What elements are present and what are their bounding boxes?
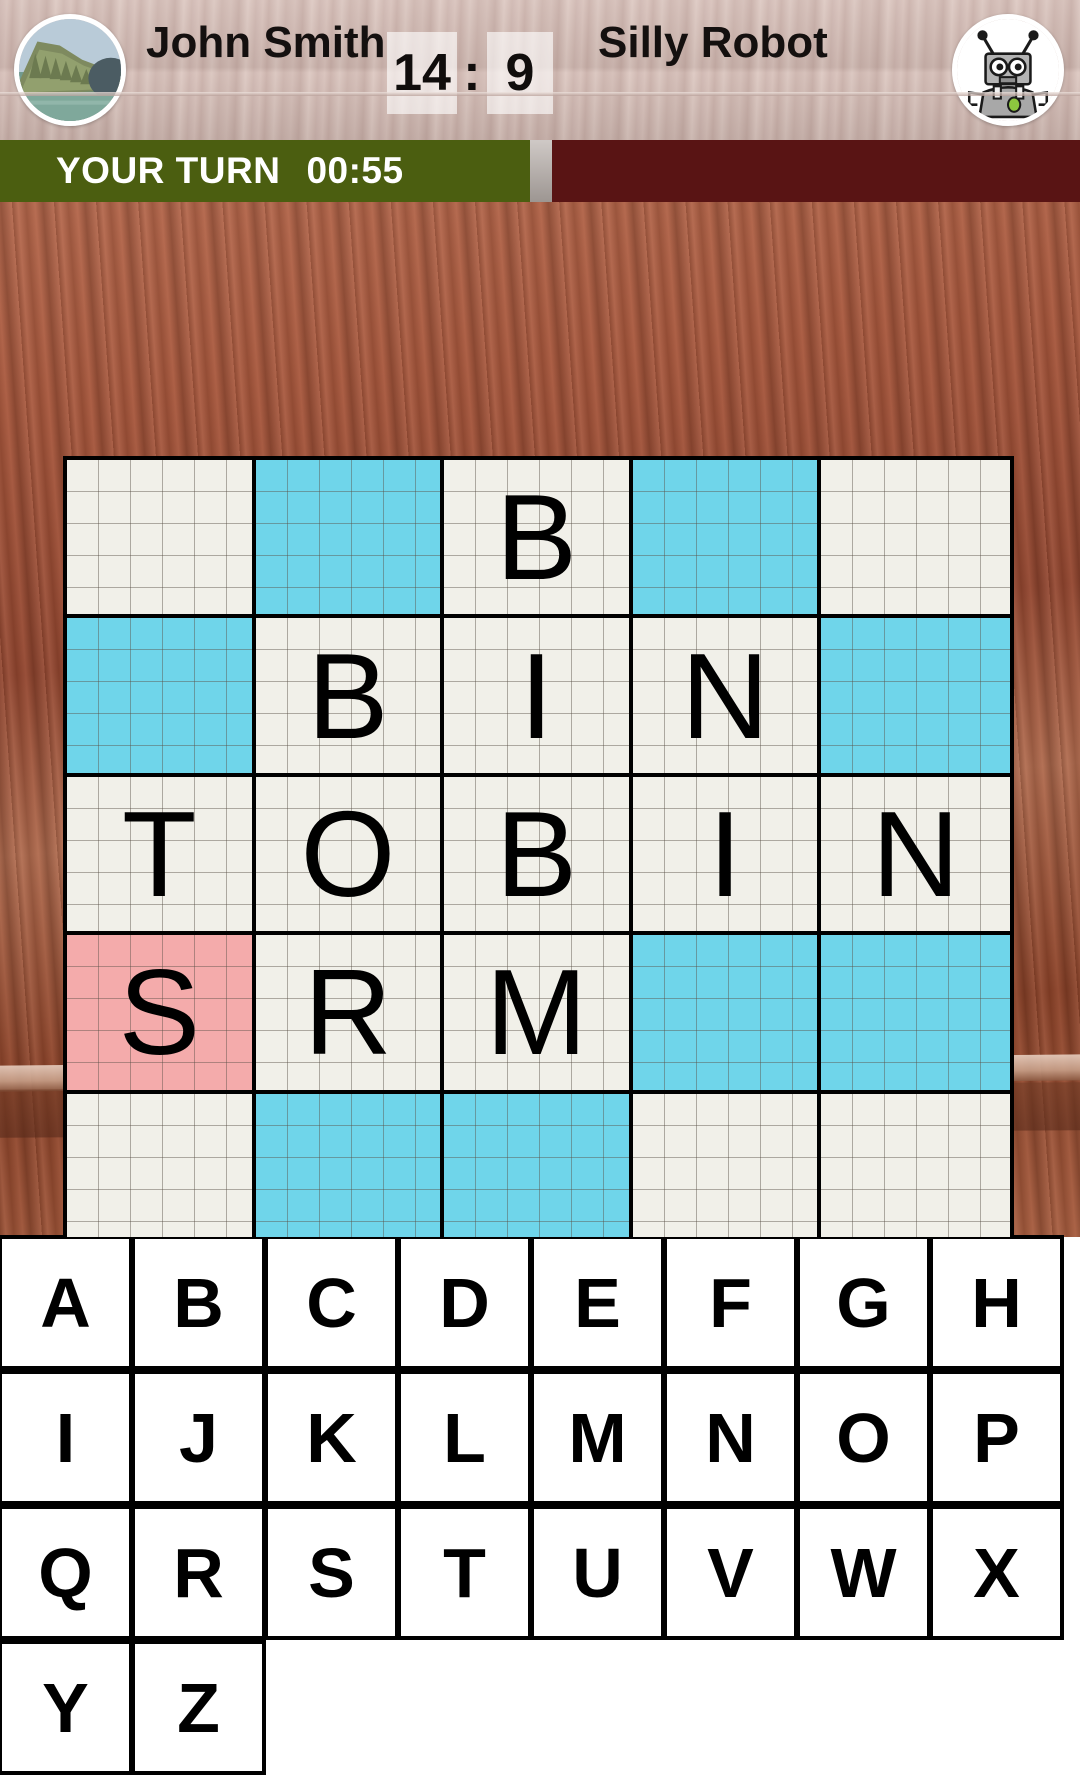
- key-h[interactable]: H: [929, 1235, 1064, 1370]
- grid-cell-letter: I: [708, 785, 743, 922]
- key-i[interactable]: I: [0, 1370, 133, 1505]
- key-l[interactable]: L: [397, 1370, 532, 1505]
- grid-cell-r5-c4[interactable]: [632, 1093, 822, 1237]
- player-right-name: Silly Robot: [598, 18, 828, 67]
- grid-cell-r5-c3[interactable]: [444, 1093, 633, 1237]
- grid-cell-r2-c1[interactable]: [67, 618, 256, 777]
- key-u[interactable]: U: [530, 1505, 665, 1640]
- letter-keyboard[interactable]: ABCDEFGHIJKLMNOPQRSTUVWXYZ: [0, 1235, 1080, 1777]
- score-display: 14 : 9: [380, 32, 560, 114]
- key-s[interactable]: S: [264, 1505, 399, 1640]
- grid-cell-r3-c5[interactable]: N: [821, 776, 1010, 936]
- player-left-name: John Smith: [146, 18, 386, 67]
- grid-cell-letter: T: [122, 785, 197, 922]
- score-separator: :: [463, 44, 481, 102]
- grid-cell-letter: N: [871, 785, 960, 922]
- grid-cell-r5-c2[interactable]: [255, 1093, 445, 1237]
- key-v[interactable]: V: [663, 1505, 798, 1640]
- building-photo-avatar-icon: [19, 19, 121, 121]
- board-background: BBINTOBINSRM: [0, 202, 1080, 1237]
- turn-bar-divider: [530, 140, 552, 202]
- key-p[interactable]: P: [929, 1370, 1064, 1505]
- score-left: 14: [387, 32, 457, 114]
- turn-bar: YOUR TURN 00:55: [0, 140, 1080, 202]
- key-n[interactable]: N: [663, 1370, 798, 1505]
- key-o[interactable]: O: [796, 1370, 931, 1505]
- avatar-player-right[interactable]: [952, 14, 1064, 126]
- key-j[interactable]: J: [131, 1370, 266, 1505]
- grid-cell-letter: B: [495, 469, 578, 606]
- key-r[interactable]: R: [131, 1505, 266, 1640]
- grid-cell-r5-c5[interactable]: [821, 1093, 1010, 1237]
- grid-cell-r1-c4[interactable]: [632, 460, 822, 619]
- turn-timer: 00:55: [306, 150, 404, 191]
- avatar-player-left[interactable]: [14, 14, 126, 126]
- key-f[interactable]: F: [663, 1235, 798, 1370]
- keyboard-row-2: IJKLMNOP: [0, 1370, 1080, 1507]
- grid-cell-letter: O: [300, 785, 396, 922]
- grid-cell-r3-c3[interactable]: B: [444, 776, 633, 936]
- key-m[interactable]: M: [530, 1370, 665, 1505]
- grid-cell-letter: B: [495, 785, 578, 922]
- key-k[interactable]: K: [264, 1370, 399, 1505]
- keyboard-row-1: ABCDEFGH: [0, 1235, 1080, 1372]
- grid-cell-letter: M: [485, 944, 588, 1081]
- grid-cell-r3-c2[interactable]: O: [255, 776, 445, 936]
- score-right: 9: [486, 32, 553, 114]
- grid-cell-letter: S: [118, 944, 200, 1081]
- grid-cell-r3-c4[interactable]: I: [632, 776, 822, 936]
- grid-cell-letter: R: [303, 944, 392, 1081]
- grid-cell-r2-c4[interactable]: N: [632, 618, 822, 777]
- game-grid[interactable]: BBINTOBINSRM: [63, 456, 1014, 1237]
- key-z[interactable]: Z: [131, 1640, 266, 1775]
- header-bar: John Smith 14 : 9 Silly Robot: [0, 0, 1080, 140]
- grid-cell-r1-c5[interactable]: [821, 460, 1010, 619]
- grid-cell-r5-c1[interactable]: [67, 1093, 256, 1237]
- turn-status-label: YOUR TURN: [56, 150, 281, 191]
- robot-avatar-icon: [957, 19, 1059, 121]
- grid-cell-r4-c3[interactable]: M: [444, 935, 633, 1094]
- grid-cell-r4-c5[interactable]: [821, 935, 1010, 1094]
- grid-cell-r2-c2[interactable]: B: [255, 618, 445, 777]
- grid-cell-r2-c3[interactable]: I: [444, 618, 633, 777]
- keyboard-row-3: QRSTUVWX: [0, 1505, 1080, 1642]
- key-w[interactable]: W: [796, 1505, 931, 1640]
- key-c[interactable]: C: [264, 1235, 399, 1370]
- key-d[interactable]: D: [397, 1235, 532, 1370]
- grid-cell-r4-c4[interactable]: [632, 935, 822, 1094]
- grid-cell-letter: N: [681, 627, 770, 764]
- grid-cell-r4-c1[interactable]: S: [67, 935, 256, 1094]
- key-y[interactable]: Y: [0, 1640, 133, 1775]
- keyboard-row-4: YZ: [0, 1640, 1080, 1777]
- grid-cell-r1-c3[interactable]: B: [444, 460, 633, 619]
- your-turn-panel: YOUR TURN 00:55: [0, 140, 530, 202]
- grid-cell-r3-c1[interactable]: T: [67, 776, 256, 936]
- key-b[interactable]: B: [131, 1235, 266, 1370]
- key-t[interactable]: T: [397, 1505, 532, 1640]
- grid-cell-r4-c2[interactable]: R: [255, 935, 445, 1094]
- grid-cell-letter: I: [519, 627, 554, 764]
- key-a[interactable]: A: [0, 1235, 133, 1370]
- grid-cell-letter: B: [307, 627, 389, 764]
- key-x[interactable]: X: [929, 1505, 1064, 1640]
- grid-cell-r2-c5[interactable]: [821, 618, 1010, 777]
- opponent-turn-panel: [552, 140, 1080, 202]
- grid-cell-r1-c2[interactable]: [255, 460, 445, 619]
- key-g[interactable]: G: [796, 1235, 931, 1370]
- key-q[interactable]: Q: [0, 1505, 133, 1640]
- grid-cell-r1-c1[interactable]: [67, 460, 256, 619]
- key-e[interactable]: E: [530, 1235, 665, 1370]
